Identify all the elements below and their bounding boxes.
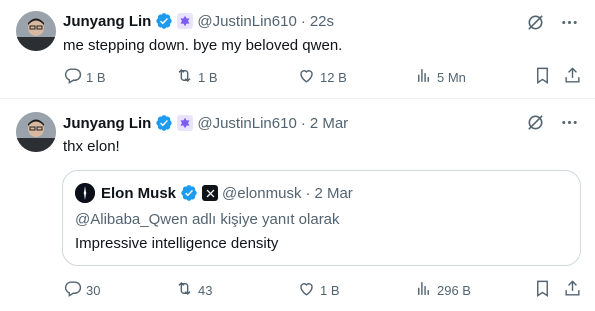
views-icon xyxy=(414,66,433,88)
views-icon xyxy=(414,279,433,301)
like-button[interactable]: 12 B xyxy=(297,67,347,87)
more-icon[interactable] xyxy=(559,112,579,132)
separator: · xyxy=(300,12,306,30)
author-avatar[interactable] xyxy=(16,112,56,152)
verified-badge-icon[interactable] xyxy=(155,114,173,132)
author-name[interactable]: Junyang Lin xyxy=(63,115,151,132)
quoted-author-handle[interactable]: @elonmusk xyxy=(222,185,301,202)
grok-icon[interactable] xyxy=(525,112,545,132)
verified-badge-icon[interactable] xyxy=(155,12,173,30)
qwen-affiliation-badge-icon[interactable] xyxy=(177,115,194,131)
views-count: 5 Mn xyxy=(437,69,466,85)
reply-context: @Alibaba_Qwen adlı kişiye yanıt olarak xyxy=(75,211,340,228)
author-handle[interactable]: @JustinLin610 xyxy=(197,13,296,30)
bookmark-button[interactable] xyxy=(533,280,552,300)
quoted-timestamp[interactable]: 2 Mar xyxy=(314,185,352,202)
tweet-header: Junyang Lin @JustinLin610 · 22s xyxy=(63,11,334,31)
verified-badge-icon[interactable] xyxy=(180,184,198,202)
like-button[interactable]: 1 B xyxy=(297,280,340,300)
reply-count: 1 B xyxy=(86,69,106,85)
tweet[interactable]: Junyang Lin @JustinLin610 · 2 Mar thx el… xyxy=(0,100,595,311)
share-icon xyxy=(563,279,582,301)
author-avatar[interactable] xyxy=(16,11,56,51)
repost-icon xyxy=(175,66,194,88)
separator: · xyxy=(305,184,311,202)
repost-count: 43 xyxy=(198,282,213,298)
like-count: 1 B xyxy=(320,282,340,298)
views-button[interactable]: 296 B xyxy=(414,280,471,300)
x-affiliation-badge-icon[interactable] xyxy=(202,185,219,201)
quoted-tweet-header: Elon Musk @elonmusk · 2 Mar xyxy=(75,183,353,203)
views-count: 296 B xyxy=(437,282,471,298)
heart-icon xyxy=(297,279,316,301)
tweet-top-actions xyxy=(525,112,579,132)
grok-icon[interactable] xyxy=(525,12,545,32)
quoted-author-name[interactable]: Elon Musk xyxy=(101,185,176,202)
share-button[interactable] xyxy=(563,280,582,300)
quoted-tweet-text: Impressive intelligence density xyxy=(75,235,279,252)
author-name[interactable]: Junyang Lin xyxy=(63,13,151,30)
bookmark-icon xyxy=(533,279,552,301)
repost-button[interactable]: 43 xyxy=(175,280,212,300)
qwen-affiliation-badge-icon[interactable] xyxy=(177,13,194,29)
more-icon[interactable] xyxy=(559,12,579,32)
repost-button[interactable]: 1 B xyxy=(175,67,218,87)
tweet[interactable]: Junyang Lin @JustinLin610 · 22s me stepp… xyxy=(0,0,595,99)
tweet-top-actions xyxy=(525,12,579,32)
repost-icon xyxy=(175,279,194,301)
reply-icon xyxy=(63,279,82,301)
reply-count: 30 xyxy=(86,282,101,298)
author-handle[interactable]: @JustinLin610 xyxy=(197,115,296,132)
tweet-text: thx elon! xyxy=(63,138,120,155)
share-icon xyxy=(563,66,582,88)
tweet-text: me stepping down. bye my beloved qwen. xyxy=(63,37,343,54)
reply-icon xyxy=(63,66,82,88)
heart-icon xyxy=(297,66,316,88)
share-button[interactable] xyxy=(563,67,582,87)
reply-button[interactable]: 1 B xyxy=(63,67,106,87)
quoted-tweet[interactable]: Elon Musk @elonmusk · 2 Mar @Alibaba_Qwe… xyxy=(62,170,581,266)
repost-count: 1 B xyxy=(198,69,218,85)
separator: · xyxy=(300,114,306,132)
quoted-author-avatar[interactable] xyxy=(75,183,95,203)
views-button[interactable]: 5 Mn xyxy=(414,67,466,87)
bookmark-button[interactable] xyxy=(533,67,552,87)
timestamp[interactable]: 22s xyxy=(310,13,334,30)
tweet-actions: 30 43 1 B 296 B xyxy=(63,280,583,300)
like-count: 12 B xyxy=(320,69,347,85)
tweet-header: Junyang Lin @JustinLin610 · 2 Mar xyxy=(63,113,348,133)
bookmark-icon xyxy=(533,66,552,88)
reply-button[interactable]: 30 xyxy=(63,280,100,300)
tweet-actions: 1 B 1 B 12 B 5 Mn xyxy=(63,67,583,87)
timestamp[interactable]: 2 Mar xyxy=(310,115,348,132)
